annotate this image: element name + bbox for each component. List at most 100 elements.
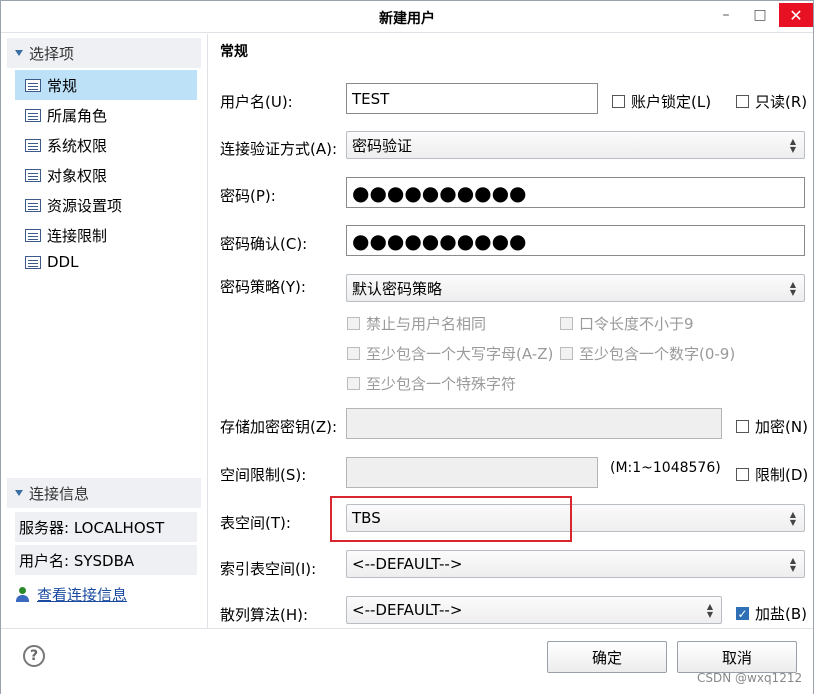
updown-arrows-icon: ▲ ▼ (789, 280, 796, 297)
checkbox-label: 口令长度不小于9 (579, 315, 694, 333)
sidebar-item-resources[interactable]: 资源设置项 (15, 190, 197, 220)
sidebar-item-label: 连接限制 (47, 226, 108, 245)
sidebar-item-label: 所属角色 (47, 106, 108, 125)
page-icon (25, 108, 41, 122)
checkbox-box (612, 95, 625, 108)
checkmark-icon: ✓ (736, 606, 749, 621)
password-policy-label: 密码策略(Y): (220, 278, 306, 296)
encrypt-checkbox[interactable]: 加密(N) (736, 416, 808, 437)
connection-section-header[interactable]: 连接信息 (7, 478, 201, 508)
new-user-dialog: 新建用户 – □ ✕ 选择项 常规 所属角色 系统权限 对象权限 资源设置项 连… (0, 0, 814, 694)
salt-checkbox[interactable]: ✓ 加盐(B) (736, 603, 807, 624)
updown-arrows-icon: ▲ ▼ (789, 137, 796, 154)
sidebar-item-label: 资源设置项 (47, 196, 123, 215)
maximize-button[interactable]: □ (747, 3, 773, 27)
checkbox-label: 加盐(B) (755, 605, 807, 623)
tablespace-label: 表空间(T): (220, 514, 291, 532)
connection-header-label: 连接信息 (29, 484, 90, 503)
minimize-button[interactable]: – (713, 3, 739, 27)
checkbox-label: 加密(N) (755, 418, 808, 436)
view-connection-link[interactable]: 查看连接信息 (37, 584, 127, 605)
tablespace-select[interactable]: TBS ▲ ▼ (346, 504, 805, 532)
auth-method-value: 密码验证 (352, 136, 413, 155)
password-confirm-input[interactable]: ●●●●●●●●●● (346, 225, 805, 256)
checkbox-label: 只读(R) (755, 93, 808, 111)
checkbox-label: 账户锁定(L) (631, 93, 712, 111)
close-button[interactable]: ✕ (779, 3, 813, 27)
sidebar-item-object-privileges[interactable]: 对象权限 (15, 160, 197, 190)
cancel-button[interactable]: 取消 (677, 641, 797, 673)
checkbox-box (560, 347, 573, 360)
policy-digit-checkbox[interactable]: 至少包含一个数字(0-9) (560, 343, 735, 364)
page-icon (25, 78, 41, 92)
dialog-title: 新建用户 (379, 11, 435, 27)
account-lock-checkbox[interactable]: 账户锁定(L) (612, 91, 711, 112)
view-connection-info[interactable]: 查看连接信息 (15, 584, 127, 605)
sidebar-item-system-privileges[interactable]: 系统权限 (15, 130, 197, 160)
index-tablespace-select[interactable]: <--DEFAULT--> ▲ ▼ (346, 550, 805, 578)
password-policy-select[interactable]: 默认密码策略 ▲ ▼ (346, 274, 805, 302)
username-input[interactable]: TEST (346, 83, 598, 114)
space-limit-input (346, 457, 598, 488)
checkbox-box (736, 468, 749, 481)
dialog-footer: ? 确定 取消 CSDN @wxq1212 (1, 628, 813, 694)
auth-method-select[interactable]: 密码验证 ▲ ▼ (346, 131, 805, 159)
sidebar-item-label: 系统权限 (47, 136, 108, 155)
checkbox-box (560, 317, 573, 330)
readonly-checkbox[interactable]: 只读(R) (736, 91, 807, 112)
index-tablespace-value: <--DEFAULT--> (352, 555, 463, 573)
updown-arrows-icon: ▲ ▼ (789, 556, 796, 573)
checkbox-box (347, 377, 360, 390)
page-icon (25, 138, 41, 152)
checkbox-label: 至少包含一个特殊字符 (366, 375, 517, 393)
password-policy-value: 默认密码策略 (352, 279, 443, 298)
page-icon (25, 228, 41, 242)
user-icon (15, 586, 31, 603)
username-label: 用户名(U): (220, 93, 293, 111)
sidebar-item-label: 对象权限 (47, 166, 108, 185)
sidebar-item-general[interactable]: 常规 (15, 70, 197, 100)
help-icon[interactable]: ? (23, 645, 45, 667)
server-info: 服务器: LOCALHOST (15, 512, 197, 542)
collapse-triangle-icon (15, 50, 23, 56)
auth-method-label: 连接验证方式(A): (220, 140, 338, 158)
policy-no-username-checkbox[interactable]: 禁止与用户名相同 (347, 313, 486, 334)
checkbox-box (347, 317, 360, 330)
page-icon (25, 198, 41, 212)
watermark: CSDN @wxq1212 (697, 671, 803, 685)
storage-key-input (346, 408, 722, 439)
panel-title: 常规 (220, 44, 248, 60)
password-confirm-label: 密码确认(C): (220, 235, 308, 253)
index-tablespace-label: 索引表空间(I): (220, 560, 317, 578)
sidebar-item-roles[interactable]: 所属角色 (15, 100, 197, 130)
limit-checkbox[interactable]: 限制(D) (736, 464, 808, 485)
sidebar-item-connection-limits[interactable]: 连接限制 (15, 220, 197, 250)
policy-uppercase-checkbox[interactable]: 至少包含一个大写字母(A-Z) (347, 343, 553, 364)
space-limit-label: 空间限制(S): (220, 466, 307, 484)
password-label: 密码(P): (220, 187, 276, 205)
checkbox-label: 至少包含一个数字(0-9) (579, 345, 736, 363)
sidebar: 选择项 常规 所属角色 系统权限 对象权限 资源设置项 连接限制 DDL 连接信… (1, 34, 207, 628)
sidebar-item-ddl[interactable]: DDL (15, 247, 197, 277)
checkbox-box (347, 347, 360, 360)
hash-algorithm-value: <--DEFAULT--> (352, 601, 463, 619)
hash-algorithm-select[interactable]: <--DEFAULT--> ▲ ▼ (346, 596, 722, 624)
password-input[interactable]: ●●●●●●●●●● (346, 177, 805, 208)
hash-algorithm-label: 散列算法(H): (220, 606, 309, 624)
options-section-header[interactable]: 选择项 (7, 38, 201, 68)
updown-arrows-icon: ▲ ▼ (789, 510, 796, 527)
checkbox-box (736, 420, 749, 433)
policy-min-length-checkbox[interactable]: 口令长度不小于9 (560, 313, 694, 334)
page-icon (25, 168, 41, 182)
checkbox-label: 禁止与用户名相同 (366, 315, 487, 333)
checkbox-label: 限制(D) (755, 466, 809, 484)
sidebar-item-label: 常规 (47, 76, 78, 95)
user-info: 用户名: SYSDBA (15, 545, 197, 575)
checkbox-box (736, 95, 749, 108)
collapse-triangle-icon (15, 490, 23, 496)
policy-special-char-checkbox[interactable]: 至少包含一个特殊字符 (347, 373, 516, 394)
page-icon (25, 255, 41, 269)
tablespace-value: TBS (352, 509, 381, 527)
ok-button[interactable]: 确定 (547, 641, 667, 673)
general-panel: 常规 用户名(U): TEST 账户锁定(L) 只读(R) 连接验证方式(A):… (207, 34, 813, 628)
